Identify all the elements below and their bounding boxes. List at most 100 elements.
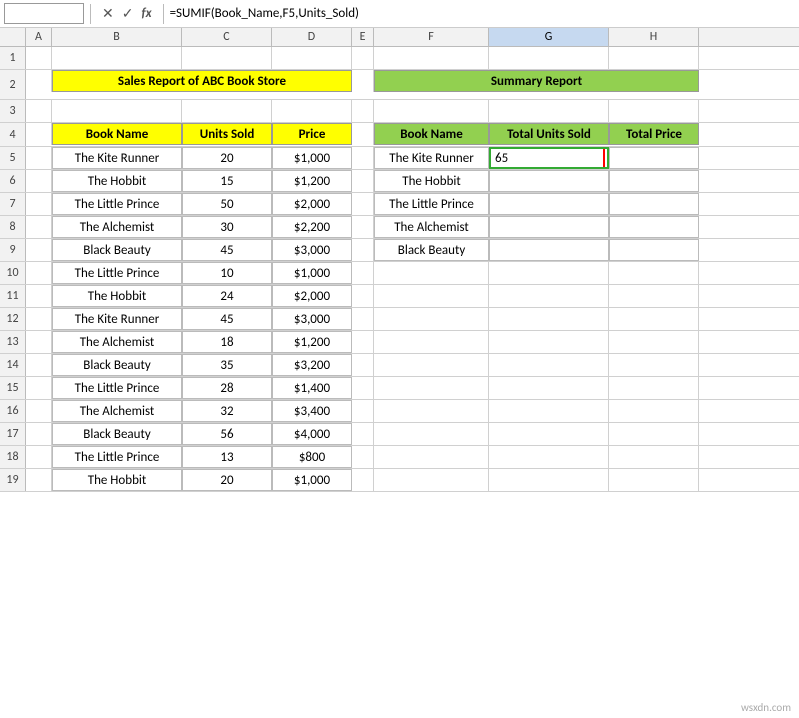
cell-c15[interactable]: 28 — [182, 377, 272, 399]
cell-b4-header[interactable]: Book Name — [52, 123, 182, 145]
cell-g8[interactable] — [489, 216, 609, 238]
cell-d1[interactable] — [272, 47, 352, 69]
cell-e5[interactable] — [352, 147, 374, 169]
fx-icon[interactable]: fx — [138, 6, 154, 21]
cell-g5[interactable]: 65 — [489, 147, 609, 169]
cell-f18[interactable] — [374, 446, 489, 468]
cell-c9[interactable]: 45 — [182, 239, 272, 261]
cell-a18[interactable] — [26, 446, 52, 468]
cell-e10[interactable] — [352, 262, 374, 284]
cell-d14[interactable]: $3,200 — [272, 354, 352, 376]
cell-b9[interactable]: Black Beauty — [52, 239, 182, 261]
cell-b17[interactable]: Black Beauty — [52, 423, 182, 445]
cell-g3[interactable] — [489, 100, 609, 122]
cell-c1[interactable] — [182, 47, 272, 69]
cell-h6[interactable] — [609, 170, 699, 192]
cell-h10[interactable] — [609, 262, 699, 284]
cell-a14[interactable] — [26, 354, 52, 376]
cell-reference-box[interactable]: G5 — [4, 3, 84, 24]
cell-a16[interactable] — [26, 400, 52, 422]
cell-d4-header[interactable]: Price — [272, 123, 352, 145]
cell-g14[interactable] — [489, 354, 609, 376]
cell-d9[interactable]: $3,000 — [272, 239, 352, 261]
col-header-e[interactable]: E — [352, 28, 374, 46]
cell-b11[interactable]: The Hobbit — [52, 285, 182, 307]
cell-d12[interactable]: $3,000 — [272, 308, 352, 330]
cell-e6[interactable] — [352, 170, 374, 192]
cell-b13[interactable]: The Alchemist — [52, 331, 182, 353]
cell-d8[interactable]: $2,200 — [272, 216, 352, 238]
cell-f1[interactable] — [374, 47, 489, 69]
cell-c16[interactable]: 32 — [182, 400, 272, 422]
cell-f19[interactable] — [374, 469, 489, 491]
cell-b12[interactable]: The Kite Runner — [52, 308, 182, 330]
cell-a8[interactable] — [26, 216, 52, 238]
cell-c14[interactable]: 35 — [182, 354, 272, 376]
cell-g18[interactable] — [489, 446, 609, 468]
cell-d16[interactable]: $3,400 — [272, 400, 352, 422]
cell-h7[interactable] — [609, 193, 699, 215]
cell-f14[interactable] — [374, 354, 489, 376]
cell-h18[interactable] — [609, 446, 699, 468]
cell-h12[interactable] — [609, 308, 699, 330]
cell-b5[interactable]: The Kite Runner — [52, 147, 182, 169]
cell-d15[interactable]: $1,400 — [272, 377, 352, 399]
cell-a4[interactable] — [26, 123, 52, 145]
cell-f4-header[interactable]: Book Name — [374, 123, 489, 145]
cell-h4-header[interactable]: Total Price — [609, 123, 699, 145]
cell-g4-header[interactable]: Total Units Sold — [489, 123, 609, 145]
cell-d17[interactable]: $4,000 — [272, 423, 352, 445]
cell-h16[interactable] — [609, 400, 699, 422]
cell-g13[interactable] — [489, 331, 609, 353]
cell-e12[interactable] — [352, 308, 374, 330]
cell-g15[interactable] — [489, 377, 609, 399]
cell-f3[interactable] — [374, 100, 489, 122]
cell-f11[interactable] — [374, 285, 489, 307]
cell-a12[interactable] — [26, 308, 52, 330]
cell-a5[interactable] — [26, 147, 52, 169]
cell-d13[interactable]: $1,200 — [272, 331, 352, 353]
cell-g16[interactable] — [489, 400, 609, 422]
cell-e15[interactable] — [352, 377, 374, 399]
cell-b16[interactable]: The Alchemist — [52, 400, 182, 422]
cell-f6[interactable]: The Hobbit — [374, 170, 489, 192]
cell-c8[interactable]: 30 — [182, 216, 272, 238]
cell-d19[interactable]: $1,000 — [272, 469, 352, 491]
cell-e3[interactable] — [352, 100, 374, 122]
col-header-d[interactable]: D — [272, 28, 352, 46]
cell-h5[interactable] — [609, 147, 699, 169]
cell-g7[interactable] — [489, 193, 609, 215]
cell-b3[interactable] — [52, 100, 182, 122]
cell-h3[interactable] — [609, 100, 699, 122]
cell-b14[interactable]: Black Beauty — [52, 354, 182, 376]
cell-h9[interactable] — [609, 239, 699, 261]
cell-b1[interactable] — [52, 47, 182, 69]
cell-a15[interactable] — [26, 377, 52, 399]
cell-h1[interactable] — [609, 47, 699, 69]
cell-b8[interactable]: The Alchemist — [52, 216, 182, 238]
summary-title[interactable]: Summary Report — [374, 70, 699, 92]
cell-c7[interactable]: 50 — [182, 193, 272, 215]
cell-d5[interactable]: $1,000 — [272, 147, 352, 169]
cell-h19[interactable] — [609, 469, 699, 491]
cell-g11[interactable] — [489, 285, 609, 307]
cell-e14[interactable] — [352, 354, 374, 376]
cell-b15[interactable]: The Little Prince — [52, 377, 182, 399]
cell-f16[interactable] — [374, 400, 489, 422]
col-header-c[interactable]: C — [182, 28, 272, 46]
cell-a10[interactable] — [26, 262, 52, 284]
cell-f10[interactable] — [374, 262, 489, 284]
cell-g12[interactable] — [489, 308, 609, 330]
cell-h11[interactable] — [609, 285, 699, 307]
cell-e18[interactable] — [352, 446, 374, 468]
cell-e2[interactable] — [352, 70, 374, 92]
formula-input[interactable] — [166, 6, 799, 21]
cell-f15[interactable] — [374, 377, 489, 399]
cell-a1[interactable] — [26, 47, 52, 69]
cell-c10[interactable]: 10 — [182, 262, 272, 284]
cell-b6[interactable]: The Hobbit — [52, 170, 182, 192]
cell-c5[interactable]: 20 — [182, 147, 272, 169]
cell-a7[interactable] — [26, 193, 52, 215]
cell-c6[interactable]: 15 — [182, 170, 272, 192]
cell-g19[interactable] — [489, 469, 609, 491]
